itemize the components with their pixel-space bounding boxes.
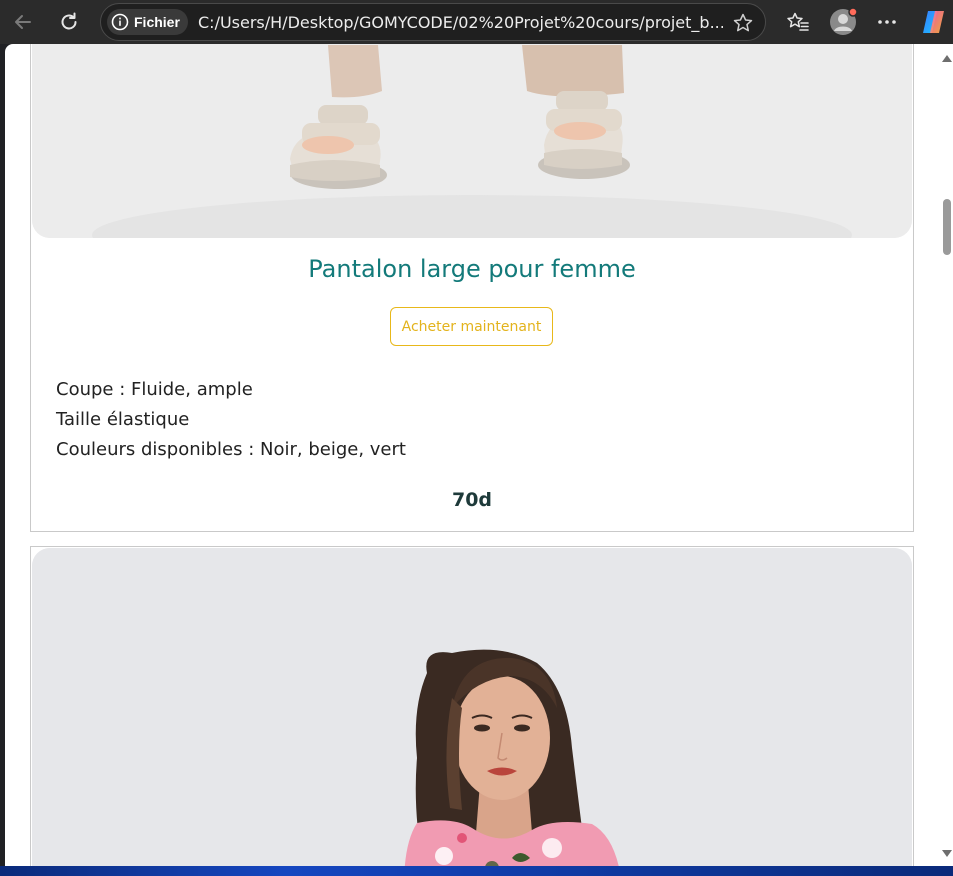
scroll-down-arrow-icon[interactable] — [942, 850, 952, 857]
more-icon — [878, 20, 896, 24]
menu-button[interactable] — [871, 6, 903, 38]
product-title: Pantalon large pour femme — [308, 255, 636, 283]
product-image[interactable] — [32, 548, 912, 866]
buy-now-button[interactable]: Acheter maintenant — [390, 307, 553, 346]
product-photo-illustration — [32, 548, 912, 866]
copilot-icon — [923, 11, 944, 33]
product-photo-illustration — [32, 44, 912, 238]
address-bar[interactable]: Fichier C:/Users/H/Desktop/GOMYCODE/02%2… — [100, 3, 766, 41]
star-icon — [733, 13, 753, 32]
scroll-thumb[interactable] — [943, 199, 951, 255]
site-info-button[interactable]: Fichier — [107, 9, 188, 35]
favorites-icon — [787, 12, 809, 31]
reload-icon — [61, 12, 77, 30]
detail-line: Couleurs disponibles : Noir, beige, vert — [56, 439, 406, 460]
site-info-label: Fichier — [134, 14, 180, 30]
copilot-button[interactable] — [918, 6, 950, 38]
scroll-up-arrow-icon[interactable] — [942, 55, 952, 62]
product-card — [30, 546, 914, 866]
info-icon — [111, 13, 129, 31]
product-card: Pantalon large pour femme Acheter mainte… — [30, 44, 914, 532]
arrow-left-icon — [15, 15, 31, 29]
browser-toolbar: Fichier C:/Users/H/Desktop/GOMYCODE/02%2… — [0, 0, 953, 44]
url-text[interactable]: C:/Users/H/Desktop/GOMYCODE/02%20Projet%… — [198, 13, 723, 32]
os-taskbar — [0, 866, 953, 876]
product-image[interactable] — [32, 44, 912, 238]
product-price: 70d — [451, 489, 493, 511]
back-button[interactable] — [7, 6, 39, 38]
detail-line: Coupe : Fluide, ample — [56, 379, 253, 400]
detail-line: Taille élastique — [56, 409, 190, 430]
profile-icon — [830, 7, 858, 35]
reload-button[interactable] — [53, 6, 85, 38]
vertical-scrollbar[interactable] — [939, 44, 953, 866]
page-viewport: Pantalon large pour femme Acheter mainte… — [5, 44, 939, 866]
product-details: Coupe : Fluide, ample Taille élastique C… — [56, 375, 406, 465]
favorites-button[interactable] — [782, 6, 814, 38]
profile-button[interactable] — [827, 6, 859, 38]
favorite-button[interactable] — [731, 11, 755, 35]
